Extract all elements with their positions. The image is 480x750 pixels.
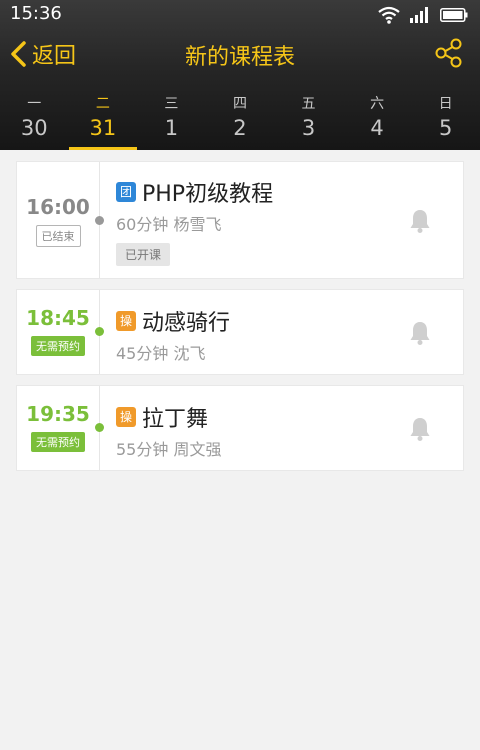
day-weekday: 一 (27, 96, 42, 112)
day-date: 4 (370, 116, 384, 140)
week-day-selector: 一 30 二 31 三1 四2 五3 六4 日5 (0, 88, 480, 150)
share-icon[interactable] (434, 38, 464, 68)
day-weekday: 三 (164, 96, 179, 112)
course-info: 团 PHP初级教程 60分钟 杨雪飞 已开课 (100, 162, 463, 278)
day-tab-sun[interactable]: 日5 (411, 88, 480, 150)
day-date: 1 (164, 116, 179, 140)
course-info: 操 拉丁舞 55分钟 周文强 (100, 386, 463, 470)
ended-tag: 已结束 (35, 225, 81, 247)
day-tab-mon[interactable]: 一 30 (0, 88, 69, 150)
status-bar: 15:36 (0, 0, 480, 30)
day-date: 5 (438, 116, 453, 140)
page-title: 新的课程表 (184, 45, 295, 70)
bell-icon[interactable] (409, 208, 431, 234)
course-list: 16:00 已结束 团 PHP初级教程 60分钟 杨雪飞 已开课 18:45 无… (16, 161, 464, 481)
day-weekday: 二 (95, 96, 110, 112)
wifi-icon (378, 6, 400, 24)
exercise-class-badge: 操 (116, 407, 136, 427)
signal-icon (410, 7, 428, 23)
course-info: 操 动感骑行 45分钟 沈飞 (100, 290, 463, 374)
course-time: 16:00 (26, 195, 90, 219)
bell-icon[interactable] (409, 416, 431, 442)
nav-bar: 返回 新的课程表 (0, 30, 480, 80)
status-time: 15:36 (10, 3, 62, 24)
status-badge: 已开课 (116, 243, 171, 266)
no-booking-tag: 无需预约 (31, 336, 85, 356)
exercise-class-badge: 操 (116, 311, 136, 331)
course-card[interactable]: 16:00 已结束 团 PHP初级教程 60分钟 杨雪飞 已开课 (16, 161, 464, 279)
course-time: 19:35 (26, 402, 90, 426)
day-weekday: 四 (232, 96, 247, 112)
bell-icon[interactable] (409, 320, 431, 346)
course-card[interactable]: 18:45 无需预约 操 动感骑行 45分钟 沈飞 (16, 289, 464, 375)
day-weekday: 日 (438, 96, 453, 112)
course-card[interactable]: 19:35 无需预约 操 拉丁舞 55分钟 周文强 (16, 385, 464, 471)
day-date: 31 (89, 116, 117, 140)
course-time-column: 19:35 无需预约 (17, 386, 104, 470)
day-tab-wed[interactable]: 三1 (137, 88, 206, 150)
no-booking-tag: 无需预约 (31, 432, 85, 452)
day-weekday: 六 (370, 96, 385, 112)
day-date: 2 (233, 116, 247, 140)
course-name: 动感骑行 (142, 311, 231, 336)
course-time-column: 18:45 无需预约 (17, 290, 104, 374)
battery-icon (440, 8, 468, 22)
course-time-column: 16:00 已结束 (17, 162, 104, 278)
day-tab-sat[interactable]: 六4 (343, 88, 412, 150)
course-name: 拉丁舞 (142, 407, 209, 432)
day-tab-tue[interactable]: 二 31 (68, 88, 138, 150)
day-date: 30 (20, 116, 48, 140)
header: 15:36 返回 新的课程表 一 30 二 31 三 1 四 2 五 3 六 4… (0, 0, 480, 150)
day-weekday: 五 (301, 96, 316, 112)
course-name: PHP初级教程 (142, 182, 274, 207)
status-icons (378, 6, 468, 24)
group-class-badge: 团 (116, 182, 136, 202)
day-date: 3 (301, 116, 316, 140)
course-name-row: 团 PHP初级教程 (116, 176, 463, 208)
course-time: 18:45 (26, 306, 90, 330)
day-tab-fri[interactable]: 五3 (274, 88, 343, 150)
day-tab-thu[interactable]: 四2 (206, 88, 275, 150)
